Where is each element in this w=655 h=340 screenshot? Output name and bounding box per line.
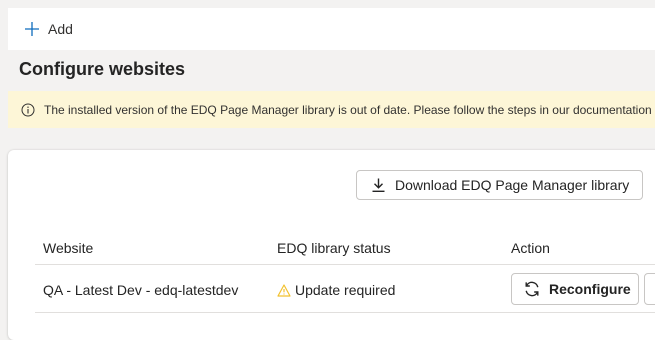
websites-card: Download EDQ Page Manager library Websit…: [8, 150, 655, 340]
library-status-text: Update required: [295, 282, 396, 298]
plus-icon: [25, 22, 39, 36]
column-header-library-status: EDQ library status: [277, 240, 391, 256]
add-button[interactable]: Add: [24, 21, 73, 37]
website-name-cell: QA - Latest Dev - edq-latestdev: [43, 282, 239, 298]
reconfigure-label: Reconfigure: [549, 281, 631, 297]
download-library-label: Download EDQ Page Manager library: [395, 177, 630, 193]
column-header-website: Website: [43, 240, 94, 256]
reconfigure-button[interactable]: Reconfigure: [511, 273, 639, 305]
info-icon: [21, 103, 35, 116]
column-header-action: Action: [511, 240, 550, 256]
download-icon: [372, 178, 385, 192]
download-library-button[interactable]: Download EDQ Page Manager library: [356, 170, 643, 200]
page-title: Configure websites: [19, 59, 186, 79]
refresh-icon: [525, 281, 539, 297]
row-secondary-action-button[interactable]: [644, 273, 655, 305]
add-label: Add: [48, 21, 73, 37]
library-status-cell: Update required: [277, 282, 395, 298]
banner-message: The installed version of the EDQ Page Ma…: [44, 102, 655, 117]
header-divider: [35, 264, 655, 265]
row-divider: [35, 312, 655, 313]
warning-banner: The installed version of the EDQ Page Ma…: [8, 91, 655, 128]
warning-icon: [277, 283, 291, 297]
command-bar: Add: [8, 8, 655, 50]
